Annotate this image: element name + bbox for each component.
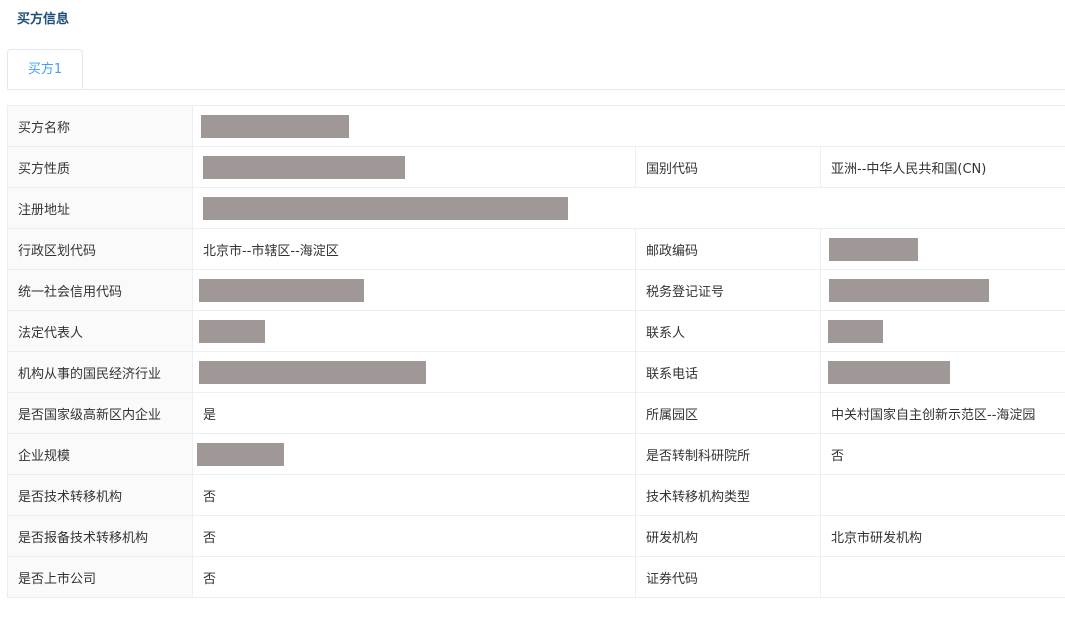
redaction-block: [199, 319, 265, 343]
field-value-redacted: [192, 351, 636, 393]
table-row: 企业规模 是否转制科研院所 否: [7, 433, 1065, 475]
field-value-redacted: [192, 146, 636, 188]
table-row: 是否报备技术转移机构 否 研发机构 北京市研发机构: [7, 515, 1065, 557]
field-label: 证券代码: [635, 556, 821, 598]
table-row: 买方名称: [7, 105, 1065, 147]
field-value: 是: [192, 392, 636, 434]
table-row: 注册地址: [7, 187, 1065, 229]
field-value-redacted: [191, 105, 1065, 147]
field-label: 是否技术转移机构: [7, 474, 193, 516]
field-value: [819, 556, 1065, 598]
field-value: 否: [192, 474, 636, 516]
table-row: 行政区划代码 北京市--市辖区--海淀区 邮政编码: [7, 228, 1065, 270]
redaction-block: [199, 360, 426, 384]
field-label: 机构从事的国民经济行业: [7, 351, 193, 393]
buyer-info-table: 买方名称 买方性质 国别代码 亚洲--中华人民共和国(CN) 注册地址 行政区划…: [7, 105, 1065, 598]
field-label: 税务登记证号: [635, 269, 821, 311]
field-label: 企业规模: [7, 433, 193, 475]
table-row: 买方性质 国别代码 亚洲--中华人民共和国(CN): [7, 146, 1065, 188]
field-label: 是否上市公司: [7, 556, 193, 598]
field-value-redacted: [819, 310, 1065, 352]
field-label: 买方性质: [7, 146, 193, 188]
field-label: 邮政编码: [635, 228, 821, 270]
redaction-block: [203, 155, 405, 179]
table-row: 法定代表人 联系人: [7, 310, 1065, 352]
field-value: 否: [192, 556, 636, 598]
redaction-block: [201, 114, 349, 138]
field-value: 否: [192, 515, 636, 557]
table-row: 是否技术转移机构 否 技术转移机构类型: [7, 474, 1065, 516]
table-row: 是否国家级高新区内企业 是 所属园区 中关村国家自主创新示范区--海淀园: [7, 392, 1065, 434]
field-value: 中关村国家自主创新示范区--海淀园: [819, 392, 1065, 434]
tab-bar: 买方1: [7, 49, 1065, 90]
field-label: 统一社会信用代码: [7, 269, 193, 311]
field-value-redacted: [192, 433, 636, 475]
redaction-block: [197, 442, 284, 466]
redaction-block: [828, 360, 950, 384]
field-label: 是否国家级高新区内企业: [7, 392, 193, 434]
redaction-block: [828, 319, 883, 343]
field-label: 注册地址: [7, 187, 193, 229]
table-row: 是否上市公司 否 证券代码: [7, 556, 1065, 598]
field-value-redacted: [819, 269, 1065, 311]
field-value: 北京市研发机构: [819, 515, 1065, 557]
redaction-block: [199, 278, 364, 302]
field-label: 研发机构: [635, 515, 821, 557]
field-label: 行政区划代码: [7, 228, 193, 270]
redaction-block: [829, 237, 918, 261]
redaction-block: [829, 278, 989, 302]
field-label: 国别代码: [635, 146, 821, 188]
field-value: [819, 474, 1065, 516]
field-value: 北京市--市辖区--海淀区: [192, 228, 636, 270]
field-value: 否: [819, 433, 1065, 475]
field-label: 买方名称: [7, 105, 193, 147]
tab-buyer-1[interactable]: 买方1: [7, 49, 83, 89]
field-value-redacted: [191, 187, 1065, 229]
section-title: 买方信息: [17, 12, 70, 27]
field-value-redacted: [192, 310, 636, 352]
table-row: 机构从事的国民经济行业 联系电话: [7, 351, 1065, 393]
field-value-redacted: [192, 269, 636, 311]
table-row: 统一社会信用代码 税务登记证号: [7, 269, 1065, 311]
field-value-redacted: [819, 228, 1065, 270]
field-value: 亚洲--中华人民共和国(CN): [819, 146, 1065, 188]
field-value-redacted: [819, 351, 1065, 393]
field-label: 法定代表人: [7, 310, 193, 352]
field-label: 是否报备技术转移机构: [7, 515, 193, 557]
field-label: 联系电话: [635, 351, 821, 393]
field-label: 技术转移机构类型: [635, 474, 821, 516]
field-label: 所属园区: [635, 392, 821, 434]
field-label: 是否转制科研院所: [635, 433, 821, 475]
redaction-block: [203, 196, 568, 220]
field-label: 联系人: [635, 310, 821, 352]
